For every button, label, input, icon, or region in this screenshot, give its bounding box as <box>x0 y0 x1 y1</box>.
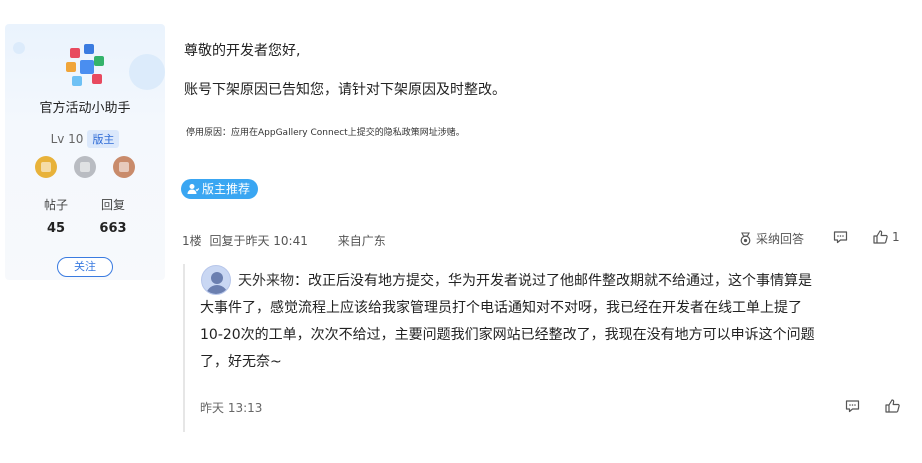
reply-divider <box>183 264 185 432</box>
reply-separator: ： <box>294 273 308 289</box>
reply-like-button[interactable] <box>885 399 900 413</box>
accept-answer-button[interactable]: 采纳回答 <box>739 230 804 247</box>
silver-medal-icon[interactable] <box>74 156 96 178</box>
like-count: 1 <box>892 230 900 244</box>
author-name[interactable]: 官方活动小助手 <box>5 97 165 116</box>
comment-button[interactable] <box>833 230 848 244</box>
replies-label: 回复 <box>100 198 125 212</box>
gold-medal-icon[interactable] <box>35 156 57 178</box>
posts-label: 帖子 <box>43 198 68 212</box>
reply-line-3: 10-20次的工单，次次不给过，主要问题我们家网站已经整改了，我现在没有地方可以… <box>200 327 815 343</box>
recommend-label: 版主推荐 <box>202 182 251 196</box>
reply-line-4: 了，好无奈~ <box>200 354 282 370</box>
reply-timestamp: 昨天 13:13 <box>200 401 263 415</box>
reply-username[interactable]: 天外来物 <box>238 273 294 289</box>
floor-number: 1楼 <box>182 234 202 248</box>
replies-stat: 回复 663 <box>83 196 143 236</box>
decor-bubble <box>13 42 25 54</box>
like-button[interactable]: 1 <box>873 230 900 244</box>
medal-list <box>35 156 135 178</box>
bronze-medal-icon[interactable] <box>113 156 135 178</box>
thumbs-up-icon <box>873 230 888 244</box>
follow-button[interactable]: 关注 <box>57 257 113 277</box>
author-level-row: Lv 10 版主 <box>5 130 165 148</box>
replies-count: 663 <box>99 221 127 236</box>
reply-content: 天外来物：改正后没有地方提交，华为开发者说过了他邮件整改期就不给通过，这个事情算… <box>200 268 900 376</box>
comment-icon <box>845 399 860 413</box>
reply-comment-button[interactable] <box>845 399 860 413</box>
level-label: Lv 10 <box>50 132 84 146</box>
reply-line-1: 改正后没有地方提交，华为开发者说过了他邮件整改期就不给通过，这个事情算是 <box>308 273 812 289</box>
moderator-badge: 版主 <box>87 130 120 148</box>
comment-icon <box>833 230 848 244</box>
reply-time: 回复于昨天 10:41 <box>209 234 308 248</box>
decor-bubble <box>129 54 165 90</box>
accept-answer-label: 采纳回答 <box>756 232 805 246</box>
avatar[interactable] <box>62 44 108 90</box>
medal-icon <box>739 231 752 246</box>
user-recommend-icon <box>187 183 199 195</box>
moderator-recommend-tag[interactable]: 版主推荐 <box>181 179 259 199</box>
author-profile-card: 官方活动小助手 Lv 10 版主 帖子 45 回复 663 关注 <box>5 24 165 280</box>
posts-stat: 帖子 45 <box>26 196 86 236</box>
reply-first-line: 天外来物：改正后没有地方提交，华为开发者说过了他邮件整改期就不给通过，这个事情算… <box>200 268 900 295</box>
reply-line-2: 大事件了，感觉流程上应该给我家管理员打个电话通知对不对呀，我已经在开发者在线工单… <box>200 300 802 316</box>
post-location: 来自广东 <box>337 234 386 248</box>
suspension-reason: 停用原因：应用在AppGallery Connect上提交的隐私政策网址涉赌。 <box>186 128 465 138</box>
post-message: 账号下架原因已告知您，请针对下架原因及时整改。 <box>184 82 506 98</box>
posts-count: 45 <box>46 221 66 236</box>
post-meta: 1楼 回复于昨天 10:41 来自广东 <box>182 232 390 249</box>
thumbs-up-icon <box>885 399 900 413</box>
post-greeting: 尊敬的开发者您好, <box>184 43 301 59</box>
